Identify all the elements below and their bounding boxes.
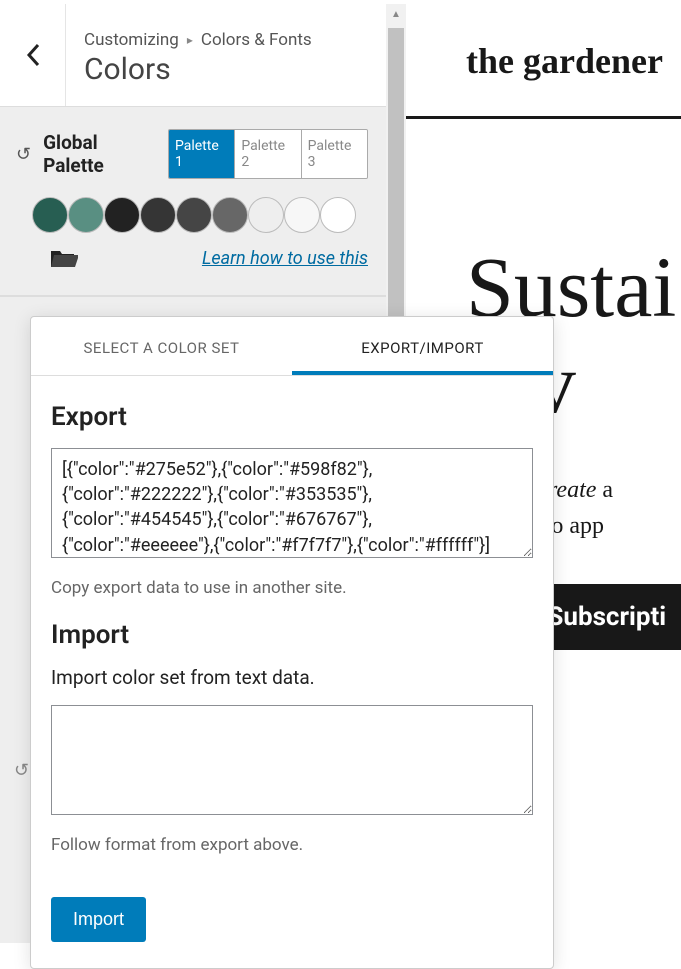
popup-body: Export Copy export data to use in anothe… xyxy=(31,376,553,968)
palette-swatches xyxy=(32,197,368,233)
import-textarea[interactable] xyxy=(51,705,533,815)
palette-swatch-5[interactable] xyxy=(176,197,212,233)
import-hint: Follow format from export above. xyxy=(51,835,533,855)
panel-title: Colors xyxy=(84,52,312,87)
hero-sub-1b: a xyxy=(596,477,613,503)
scrollbar-thumb[interactable] xyxy=(388,28,404,328)
reset-palette-icon[interactable]: ↺ xyxy=(16,144,31,165)
scrollbar-up-icon[interactable]: ▲ xyxy=(386,4,406,24)
reset-section-icon[interactable]: ↺ xyxy=(14,760,29,781)
global-palette-section: ↺ Global Palette Palette 1 Palette 2 Pal… xyxy=(0,107,386,297)
chevron-left-icon xyxy=(26,43,40,67)
palette-tab-1[interactable]: Palette 1 xyxy=(169,130,234,178)
site-title: the gardener xyxy=(466,40,681,82)
header-titles: Customizing ▸ Colors & Fonts Colors xyxy=(66,4,330,106)
color-set-popup: SELECT A COLOR SET EXPORT/IMPORT Export … xyxy=(30,316,554,969)
breadcrumb: Customizing ▸ Colors & Fonts xyxy=(84,30,312,50)
palette-swatch-4[interactable] xyxy=(140,197,176,233)
export-heading: Export xyxy=(51,402,533,432)
back-button[interactable] xyxy=(0,4,66,106)
palette-swatch-6[interactable] xyxy=(212,197,248,233)
palette-swatch-1[interactable] xyxy=(32,197,68,233)
learn-link[interactable]: Learn how to use this xyxy=(202,248,368,269)
palette-swatch-9[interactable] xyxy=(320,197,356,233)
palette-swatch-8[interactable] xyxy=(284,197,320,233)
customizer-header: Customizing ▸ Colors & Fonts Colors xyxy=(0,4,406,107)
palette-tab-2[interactable]: Palette 2 xyxy=(234,130,300,178)
import-heading: Import xyxy=(51,620,533,650)
tab-select-color-set[interactable]: SELECT A COLOR SET xyxy=(31,317,292,375)
palette-swatch-2[interactable] xyxy=(68,197,104,233)
export-textarea[interactable] xyxy=(51,448,533,558)
breadcrumb-separator-icon: ▸ xyxy=(187,33,193,47)
export-hint: Copy export data to use in another site. xyxy=(51,578,533,598)
palette-swatch-3[interactable] xyxy=(104,197,140,233)
global-palette-label: Global Palette xyxy=(43,131,160,177)
palette-footer-row: Learn how to use this xyxy=(50,247,368,269)
import-label: Import color set from text data. xyxy=(51,666,533,689)
site-divider xyxy=(406,116,681,119)
folder-icon[interactable] xyxy=(50,247,78,269)
import-button[interactable]: Import xyxy=(51,897,146,942)
popup-tabs: SELECT A COLOR SET EXPORT/IMPORT xyxy=(31,317,553,376)
palette-tabs: Palette 1 Palette 2 Palette 3 xyxy=(168,129,368,179)
tab-export-import[interactable]: EXPORT/IMPORT xyxy=(292,317,553,375)
global-palette-header-row: ↺ Global Palette Palette 1 Palette 2 Pal… xyxy=(16,129,368,179)
breadcrumb-section: Colors & Fonts xyxy=(201,30,312,50)
palette-tab-3[interactable]: Palette 3 xyxy=(301,130,367,178)
breadcrumb-root: Customizing xyxy=(84,30,179,50)
palette-swatch-7[interactable] xyxy=(248,197,284,233)
